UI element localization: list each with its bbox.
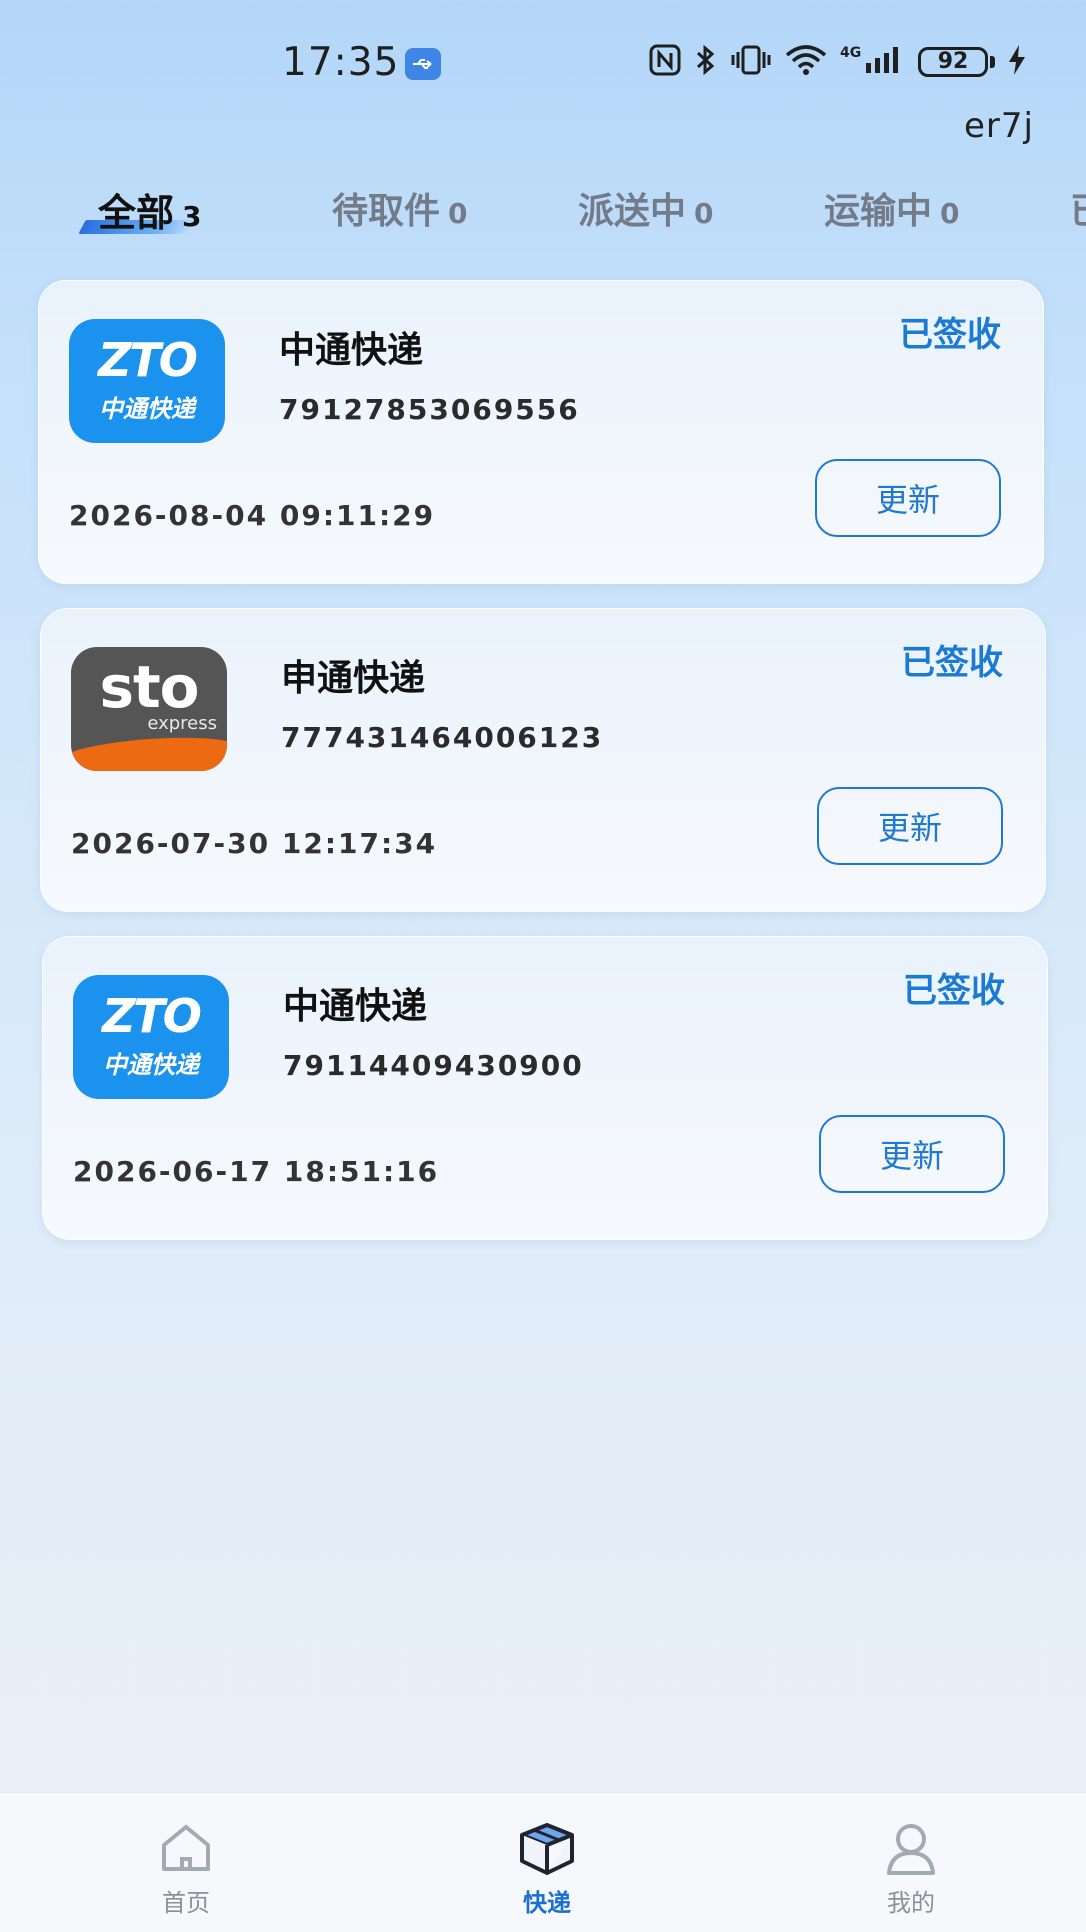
- tab-count: 0: [448, 197, 468, 230]
- wifi-icon: [784, 43, 828, 81]
- bottom-nav: 首页 快递 我的: [0, 1792, 1086, 1932]
- tab-label: 派送中: [578, 191, 687, 232]
- company-name: 中通快递: [283, 986, 428, 1027]
- zto-logo: ZTO 中通快递: [69, 319, 225, 443]
- nfc-icon: [648, 43, 682, 81]
- usb-icon: [405, 48, 441, 80]
- home-icon: [106, 1819, 266, 1877]
- tab-signed[interactable]: 已: [1070, 182, 1086, 234]
- update-button[interactable]: 更新: [815, 459, 1001, 537]
- delivery-status: 已签收: [899, 315, 1001, 355]
- logo-sub: 中通快递: [103, 1051, 199, 1079]
- status-bar: 17:35 4G 92: [0, 0, 1086, 120]
- timestamp: 2026-07-30 12:17:34: [71, 827, 438, 860]
- tab-label: 全部: [98, 191, 175, 235]
- package-card[interactable]: ZTO 中通快递 中通快递 79114409430900 已签收 更新 2026…: [42, 936, 1048, 1240]
- status-time: 17:35: [282, 40, 400, 85]
- charging-icon: [1007, 43, 1027, 81]
- package-icon: [467, 1819, 627, 1877]
- sto-logo-stripe: [71, 732, 227, 771]
- logo-mark: ZTO: [98, 333, 198, 387]
- nav-home[interactable]: 首页: [106, 1819, 266, 1918]
- user-icon: [831, 1819, 991, 1877]
- tab-count: 0: [694, 197, 714, 230]
- tab-label: 待取件: [332, 191, 441, 232]
- sto-logo: sto express: [71, 647, 227, 771]
- update-button[interactable]: 更新: [819, 1115, 1005, 1193]
- timestamp: 2026-08-04 09:11:29: [69, 499, 436, 532]
- tab-delivering[interactable]: 派送中 0: [578, 182, 714, 234]
- delivery-status: 已签收: [901, 643, 1003, 683]
- nav-label: 快递: [523, 1889, 571, 1917]
- nav-label: 首页: [162, 1889, 210, 1917]
- tab-in-transit[interactable]: 运输中 0: [824, 182, 960, 234]
- logo-mark: sto: [99, 653, 199, 721]
- logo-sub: express: [147, 713, 217, 734]
- vibrate-icon: [730, 43, 772, 81]
- nav-express[interactable]: 快递: [467, 1819, 627, 1918]
- package-card[interactable]: ZTO 中通快递 中通快递 79127853069556 已签收 更新 2026…: [38, 280, 1044, 584]
- user-tag: er7j: [964, 106, 1034, 146]
- svg-text:4G: 4G: [840, 45, 861, 61]
- nav-label: 我的: [887, 1889, 935, 1917]
- tab-all[interactable]: 全部 3: [98, 182, 202, 237]
- tracking-number: 79114409430900: [283, 1049, 584, 1082]
- status-tabs: 全部3 待取件0 派送中0 运输中0 已: [0, 170, 1086, 240]
- zto-logo: ZTO 中通快递: [73, 975, 229, 1099]
- company-name: 申通快递: [281, 658, 426, 699]
- logo-mark: ZTO: [102, 989, 202, 1043]
- cellular-signal-icon: 4G: [840, 43, 906, 81]
- tab-pending-pickup[interactable]: 待取件 0: [332, 182, 468, 234]
- tab-label: 已: [1070, 191, 1086, 232]
- timestamp: 2026-06-17 18:51:16: [73, 1155, 440, 1188]
- delivery-status: 已签收: [903, 971, 1005, 1011]
- tab-label: 运输中: [824, 191, 933, 232]
- nav-mine[interactable]: 我的: [831, 1819, 991, 1918]
- package-card[interactable]: sto express 申通快递 777431464006123 已签收 更新 …: [40, 608, 1046, 912]
- tracking-number: 79127853069556: [279, 393, 580, 426]
- update-button[interactable]: 更新: [817, 787, 1003, 865]
- battery-tip: [990, 56, 995, 68]
- tab-count: 3: [182, 200, 202, 233]
- logo-sub: 中通快递: [99, 395, 195, 423]
- status-icons: 4G 92: [648, 40, 1027, 84]
- tracking-number: 777431464006123: [281, 721, 604, 754]
- battery-indicator: 92: [918, 47, 988, 77]
- bluetooth-icon: [694, 43, 718, 81]
- tab-count: 0: [940, 197, 960, 230]
- company-name: 中通快递: [279, 330, 424, 371]
